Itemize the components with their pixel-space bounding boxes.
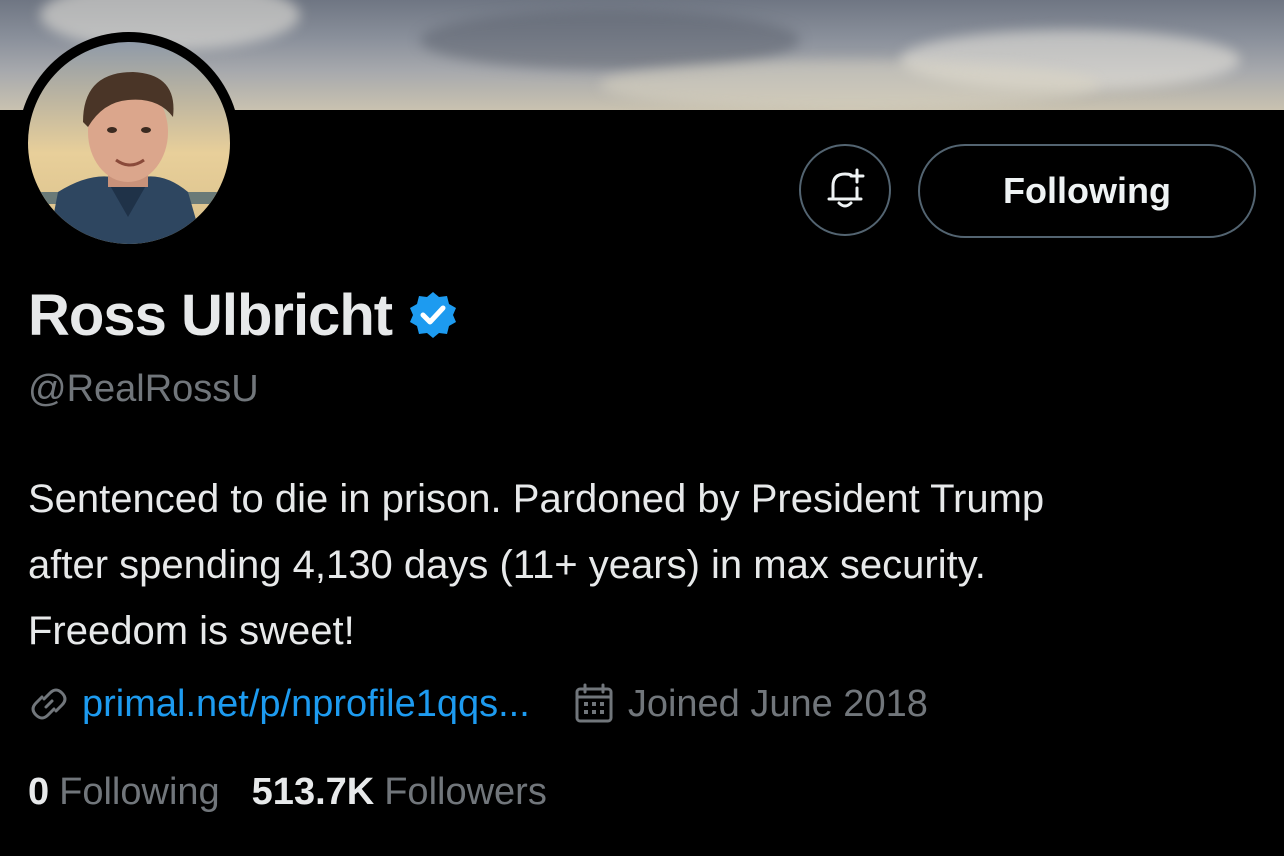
verified-badge-icon[interactable] [408, 290, 458, 340]
joined-date: Joined June 2018 [627, 682, 928, 725]
following-stat[interactable]: 0 Following [28, 771, 220, 814]
profile-stats: 0 Following 513.7K Followers [28, 764, 547, 820]
profile-link[interactable]: primal.net/p/nprofile1qqs... [82, 683, 530, 726]
avatar[interactable] [28, 42, 230, 244]
calendar-icon [574, 683, 614, 725]
bio-line: Sentenced to die in prison. Pardoned by … [28, 477, 1045, 521]
link-icon [28, 683, 70, 725]
profile-meta: primal.net/p/nprofile1qqs... Joined June… [28, 676, 928, 732]
profile-name-row: Ross Ulbricht [28, 280, 458, 350]
display-name: Ross Ulbricht [28, 282, 393, 348]
bio-line: after spending 4,130 days (11+ years) in… [28, 543, 986, 587]
followers-label: Followers [384, 770, 547, 813]
profile-bio: Sentenced to die in prison. Pardoned by … [28, 466, 1268, 664]
following-count: 0 [28, 770, 50, 813]
following-button[interactable]: Following [918, 144, 1256, 238]
bell-plus-icon [825, 166, 865, 215]
bio-line: Freedom is sweet! [28, 609, 355, 653]
followers-count: 513.7K [251, 770, 375, 813]
notifications-button[interactable] [799, 144, 891, 236]
avatar-photo [28, 42, 230, 244]
following-label: Following [59, 770, 220, 813]
username-handle: @RealRossU [28, 368, 259, 410]
followers-stat[interactable]: 513.7K Followers [252, 771, 547, 814]
